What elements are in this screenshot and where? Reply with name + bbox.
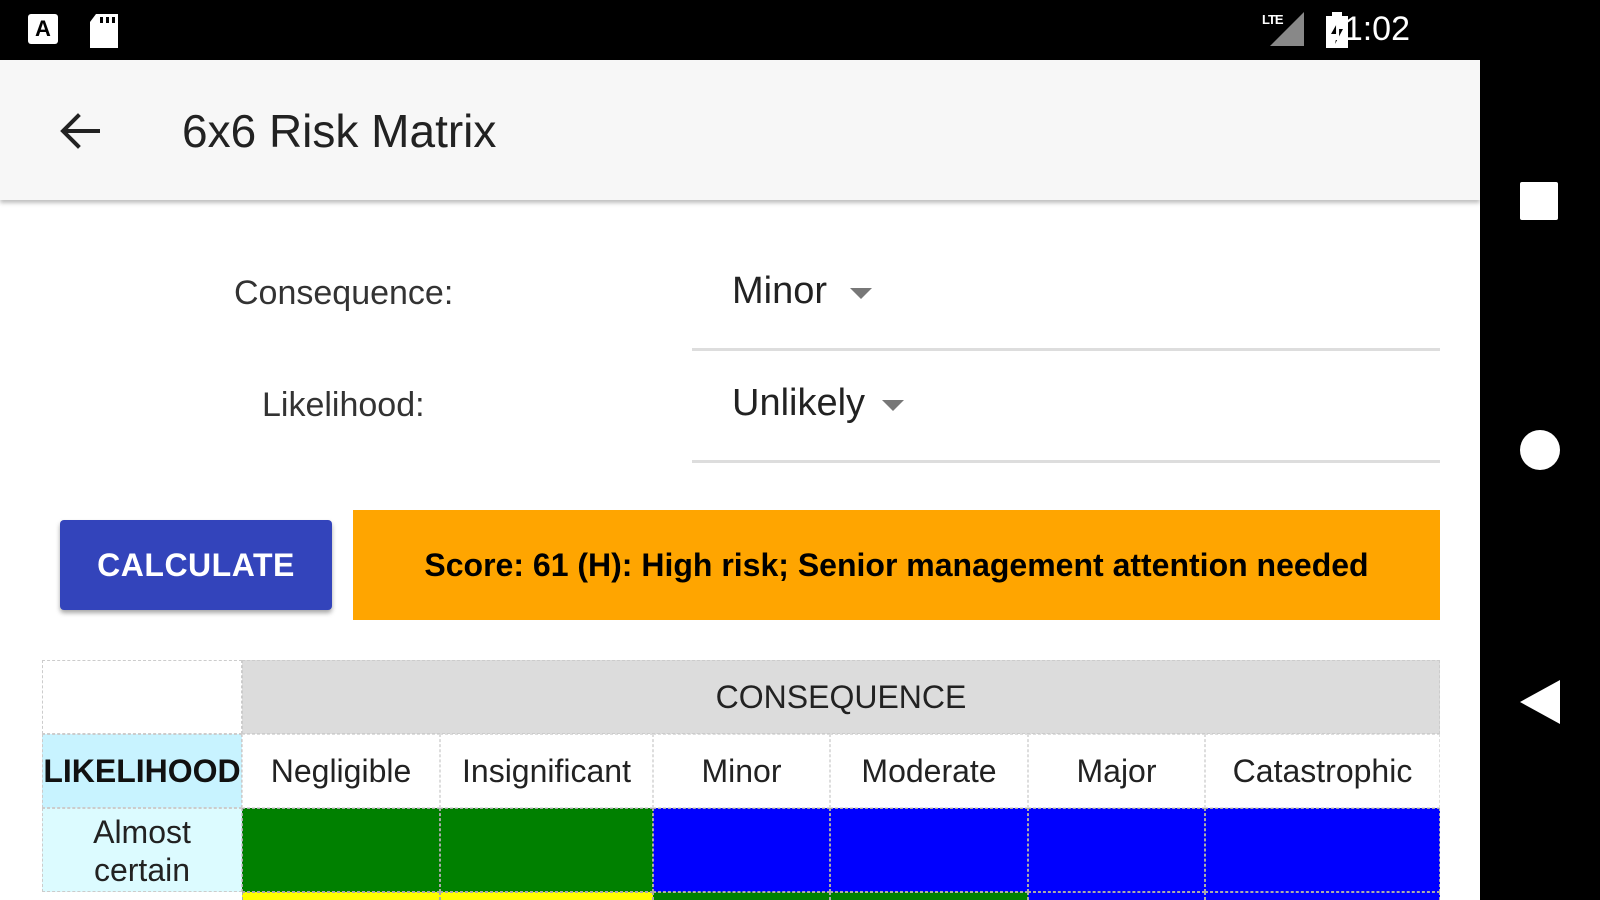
likelihood-value: Unlikely — [732, 382, 866, 424]
a-notification-icon: A — [28, 14, 58, 44]
matrix-cell[interactable] — [1205, 808, 1440, 892]
result-text: Score: 61 (H): High risk; Senior managem… — [424, 546, 1369, 583]
status-bar: A LTE 11:02 — [0, 0, 1600, 60]
column-header-insignificant: Insignificant — [440, 734, 653, 808]
likelihood-header: LIKELIHOOD — [42, 734, 242, 808]
risk-matrix: CONSEQUENCE LIKELIHOOD Negligible Insign… — [42, 660, 1440, 900]
matrix-cell[interactable] — [1028, 892, 1205, 900]
arrow-back-icon[interactable] — [54, 106, 104, 156]
likelihood-label: Likelihood: — [262, 386, 425, 424]
status-time: 11:02 — [1327, 10, 1410, 48]
sd-card-icon — [90, 14, 118, 48]
matrix-cell[interactable] — [830, 892, 1028, 900]
navigation-bar — [1480, 60, 1600, 900]
dropdown-caret-icon — [850, 288, 872, 299]
result-banner: Score: 61 (H): High risk; Senior managem… — [353, 510, 1440, 620]
column-header-moderate: Moderate — [830, 734, 1028, 808]
calculate-button[interactable]: CALCULATE — [60, 520, 332, 610]
matrix-cell[interactable] — [440, 892, 653, 900]
row-label-line: Almost — [93, 814, 191, 850]
app-screen: 6x6 Risk Matrix Consequence: Minor Likel… — [0, 60, 1480, 900]
column-header-negligible: Negligible — [242, 734, 440, 808]
app-bar: 6x6 Risk Matrix — [0, 60, 1480, 200]
matrix-cell[interactable] — [440, 808, 653, 892]
consequence-label: Consequence: — [234, 274, 454, 312]
column-header-minor: Minor — [653, 734, 830, 808]
matrix-cell[interactable] — [242, 808, 440, 892]
row-label-almost-certain: Almost certain — [42, 808, 242, 892]
row-label-line: certain — [93, 852, 191, 888]
matrix-cell[interactable] — [1028, 808, 1205, 892]
consequence-header: CONSEQUENCE — [242, 660, 1440, 734]
matrix-cell[interactable] — [653, 892, 830, 900]
recents-square-icon[interactable] — [1520, 182, 1558, 220]
signal-icon — [1270, 12, 1304, 46]
matrix-corner — [42, 660, 242, 734]
matrix-cell[interactable] — [653, 808, 830, 892]
dropdown-caret-icon — [882, 400, 904, 411]
matrix-cell[interactable] — [1205, 892, 1440, 900]
consequence-value: Minor — [732, 270, 828, 312]
back-triangle-icon[interactable] — [1520, 680, 1560, 724]
column-header-major: Major — [1028, 734, 1205, 808]
likelihood-dropdown[interactable]: Unlikely — [692, 370, 1440, 463]
page-title: 6x6 Risk Matrix — [182, 105, 497, 157]
matrix-cell[interactable] — [242, 892, 440, 900]
consequence-dropdown[interactable]: Minor — [692, 258, 1440, 351]
home-circle-icon[interactable] — [1520, 430, 1560, 470]
matrix-cell[interactable] — [830, 808, 1028, 892]
column-header-catastrophic: Catastrophic — [1205, 734, 1440, 808]
